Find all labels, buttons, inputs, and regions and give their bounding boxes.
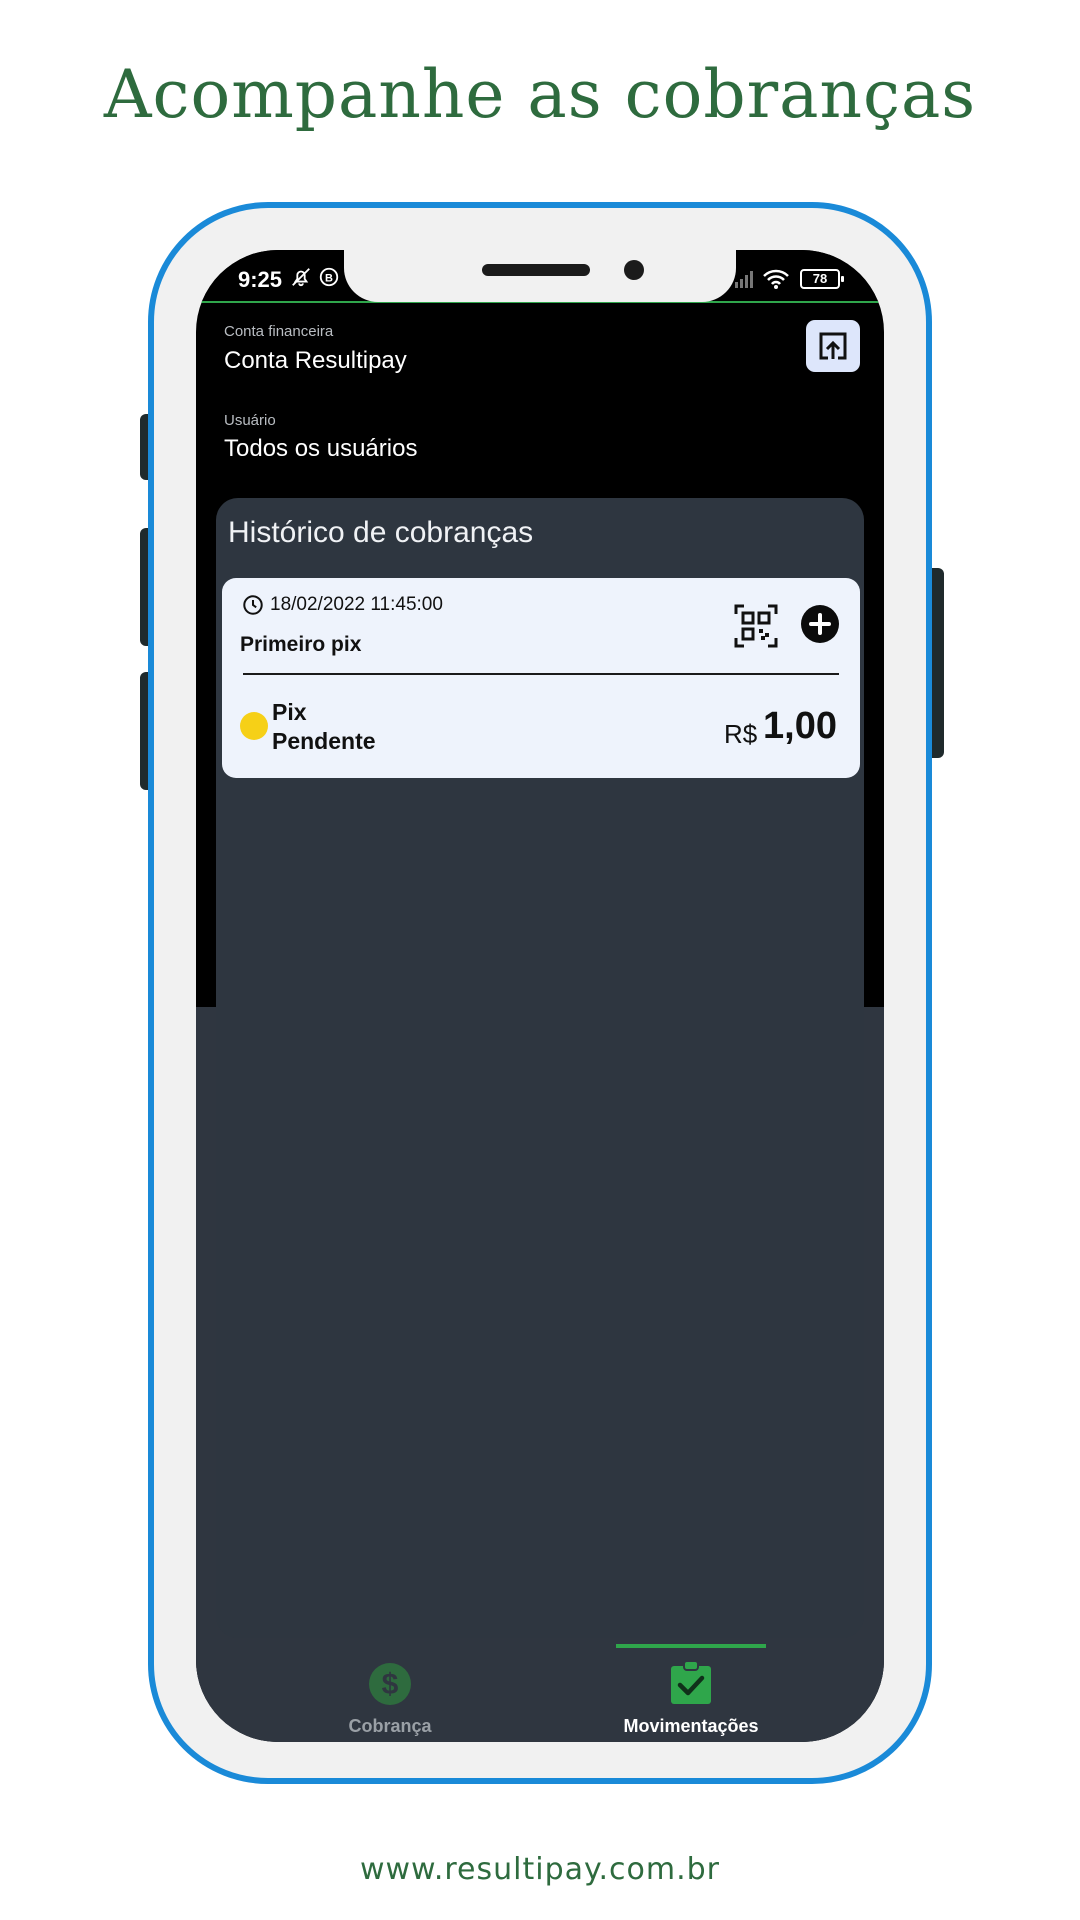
battery-icon: 78 <box>800 269 844 289</box>
share-button[interactable] <box>806 320 860 372</box>
history-panel: Histórico de cobranças 18/02/2022 11:45:… <box>216 498 864 1638</box>
currency-symbol: R$ <box>724 719 758 749</box>
website-url[interactable]: www.resultipay.com.br <box>0 1852 1080 1887</box>
nav-tab-cobranca[interactable]: $ Cobrança <box>280 1644 500 1742</box>
history-title: Histórico de cobranças <box>228 516 534 549</box>
clipboard-check-icon <box>671 1660 711 1704</box>
user-label: Usuário <box>224 412 276 429</box>
charge-amount: 1,00 <box>763 705 837 747</box>
svg-text:$: $ <box>382 1668 399 1701</box>
account-select[interactable]: Conta Resultipay <box>224 347 407 375</box>
charge-datetime: 18/02/2022 11:45:00 <box>270 594 443 615</box>
charge-card[interactable]: 18/02/2022 11:45:00 Primeiro pix Pix Pen… <box>222 578 860 778</box>
status-indicator-dot <box>240 712 268 740</box>
nav-label-cobranca: Cobrança <box>348 1716 432 1736</box>
svg-text:B: B <box>325 273 333 285</box>
nav-label-movimentacoes: Movimentações <box>623 1716 759 1736</box>
bottom-navigation: $ Cobrança Movimentações <box>196 1644 884 1742</box>
phone-speaker <box>482 264 590 276</box>
wifi-icon <box>763 269 789 289</box>
phone-screen: 9:25 B 78 Conta financeira Conta Resulti… <box>196 250 884 1742</box>
user-select[interactable]: Todos os usuários <box>224 435 417 463</box>
payment-status: Pendente <box>272 728 376 754</box>
account-label: Conta financeira <box>224 323 334 340</box>
status-time: 9:25 <box>238 267 283 292</box>
nav-tab-movimentacoes[interactable]: Movimentações <box>581 1644 801 1742</box>
charge-title: Primeiro pix <box>240 633 362 656</box>
signal-icon <box>735 271 753 288</box>
qr-code-icon[interactable] <box>734 604 778 648</box>
b-circle-icon: B <box>319 267 339 287</box>
bell-off-icon <box>292 268 310 287</box>
card-divider <box>243 673 839 675</box>
dollar-circle-icon: $ <box>369 1663 411 1705</box>
promo-headline: Acompanhe as cobranças <box>103 56 977 133</box>
phone-camera <box>624 260 644 280</box>
clock-icon <box>243 595 263 615</box>
share-export-icon <box>819 332 847 360</box>
phone-notch <box>344 250 736 302</box>
payment-method: Pix <box>272 699 307 725</box>
add-circle-icon[interactable] <box>800 604 840 644</box>
